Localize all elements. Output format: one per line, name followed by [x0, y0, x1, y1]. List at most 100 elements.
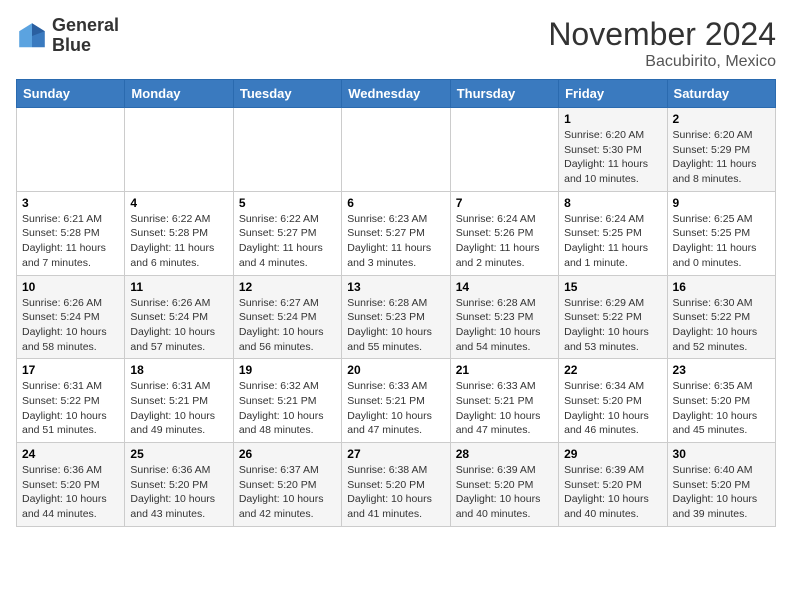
day-number: 28	[456, 447, 553, 461]
day-info: Sunrise: 6:31 AMSunset: 5:22 PMDaylight:…	[22, 379, 119, 438]
title-area: November 2024 Bacubirito, Mexico	[548, 16, 776, 71]
day-number: 27	[347, 447, 444, 461]
day-info: Sunrise: 6:30 AMSunset: 5:22 PMDaylight:…	[673, 296, 770, 355]
week-row-1: 1 Sunrise: 6:20 AMSunset: 5:30 PMDaylight…	[17, 108, 776, 192]
day-cell: 21 Sunrise: 6:33 AMSunset: 5:21 PMDayligh…	[450, 359, 558, 443]
day-number: 21	[456, 363, 553, 377]
day-info: Sunrise: 6:29 AMSunset: 5:22 PMDaylight:…	[564, 296, 661, 355]
week-row-3: 10 Sunrise: 6:26 AMSunset: 5:24 PMDayligh…	[17, 275, 776, 359]
day-cell: 11Sunrise: 6:26 AMSunset: 5:24 PMDayligh…	[125, 275, 233, 359]
day-cell: 26 Sunrise: 6:37 AMSunset: 5:20 PMDayligh…	[233, 443, 341, 527]
day-info: Sunrise: 6:28 AMSunset: 5:23 PMDaylight:…	[347, 296, 444, 355]
day-number: 1	[564, 112, 661, 126]
day-cell: 2 Sunrise: 6:20 AMSunset: 5:29 PMDaylight…	[667, 108, 775, 192]
day-cell: 1 Sunrise: 6:20 AMSunset: 5:30 PMDaylight…	[559, 108, 667, 192]
day-cell: 9 Sunrise: 6:25 AMSunset: 5:25 PMDaylight…	[667, 191, 775, 275]
day-info: Sunrise: 6:36 AMSunset: 5:20 PMDaylight:…	[130, 463, 227, 522]
logo-icon	[16, 20, 48, 52]
day-cell: 7 Sunrise: 6:24 AMSunset: 5:26 PMDaylight…	[450, 191, 558, 275]
day-cell: 24 Sunrise: 6:36 AMSunset: 5:20 PMDayligh…	[17, 443, 125, 527]
day-info: Sunrise: 6:33 AMSunset: 5:21 PMDaylight:…	[456, 379, 553, 438]
day-info: Sunrise: 6:24 AMSunset: 5:26 PMDaylight:…	[456, 212, 553, 271]
day-cell: 6 Sunrise: 6:23 AMSunset: 5:27 PMDaylight…	[342, 191, 450, 275]
day-header-sunday: Sunday	[17, 80, 125, 108]
day-info: Sunrise: 6:20 AMSunset: 5:30 PMDaylight:…	[564, 128, 661, 187]
day-cell: 25 Sunrise: 6:36 AMSunset: 5:20 PMDayligh…	[125, 443, 233, 527]
day-number: 9	[673, 196, 770, 210]
week-row-2: 3 Sunrise: 6:21 AMSunset: 5:28 PMDaylight…	[17, 191, 776, 275]
day-number: 25	[130, 447, 227, 461]
day-header-wednesday: Wednesday	[342, 80, 450, 108]
day-cell: 12 Sunrise: 6:27 AMSunset: 5:24 PMDayligh…	[233, 275, 341, 359]
logo: General Blue	[16, 16, 119, 56]
day-number: 10	[22, 280, 119, 294]
day-number: 6	[347, 196, 444, 210]
day-header-tuesday: Tuesday	[233, 80, 341, 108]
day-number: 22	[564, 363, 661, 377]
day-headers-row: SundayMondayTuesdayWednesdayThursdayFrid…	[17, 80, 776, 108]
day-info: Sunrise: 6:31 AMSunset: 5:21 PMDaylight:…	[130, 379, 227, 438]
day-cell: 8 Sunrise: 6:24 AMSunset: 5:25 PMDaylight…	[559, 191, 667, 275]
day-number: 24	[22, 447, 119, 461]
day-cell	[233, 108, 341, 192]
logo-text: General Blue	[52, 16, 119, 56]
day-cell: 14 Sunrise: 6:28 AMSunset: 5:23 PMDayligh…	[450, 275, 558, 359]
day-number: 8	[564, 196, 661, 210]
day-info: Sunrise: 6:23 AMSunset: 5:27 PMDaylight:…	[347, 212, 444, 271]
day-cell	[342, 108, 450, 192]
day-number: 7	[456, 196, 553, 210]
day-info: Sunrise: 6:22 AMSunset: 5:28 PMDaylight:…	[130, 212, 227, 271]
header: General Blue November 2024 Bacubirito, M…	[16, 16, 776, 71]
day-info: Sunrise: 6:28 AMSunset: 5:23 PMDaylight:…	[456, 296, 553, 355]
day-cell: 3 Sunrise: 6:21 AMSunset: 5:28 PMDaylight…	[17, 191, 125, 275]
day-info: Sunrise: 6:26 AMSunset: 5:24 PMDaylight:…	[130, 296, 227, 355]
day-info: Sunrise: 6:25 AMSunset: 5:25 PMDaylight:…	[673, 212, 770, 271]
day-cell: 16 Sunrise: 6:30 AMSunset: 5:22 PMDayligh…	[667, 275, 775, 359]
day-cell: 28 Sunrise: 6:39 AMSunset: 5:20 PMDayligh…	[450, 443, 558, 527]
day-number: 20	[347, 363, 444, 377]
day-info: Sunrise: 6:27 AMSunset: 5:24 PMDaylight:…	[239, 296, 336, 355]
day-cell: 15Sunrise: 6:29 AMSunset: 5:22 PMDayligh…	[559, 275, 667, 359]
day-info: Sunrise: 6:24 AMSunset: 5:25 PMDaylight:…	[564, 212, 661, 271]
day-cell	[450, 108, 558, 192]
day-cell: 30Sunrise: 6:40 AMSunset: 5:20 PMDayligh…	[667, 443, 775, 527]
day-header-monday: Monday	[125, 80, 233, 108]
day-header-thursday: Thursday	[450, 80, 558, 108]
day-cell: 19Sunrise: 6:32 AMSunset: 5:21 PMDayligh…	[233, 359, 341, 443]
day-info: Sunrise: 6:36 AMSunset: 5:20 PMDaylight:…	[22, 463, 119, 522]
day-info: Sunrise: 6:26 AMSunset: 5:24 PMDaylight:…	[22, 296, 119, 355]
day-cell: 20Sunrise: 6:33 AMSunset: 5:21 PMDayligh…	[342, 359, 450, 443]
day-number: 14	[456, 280, 553, 294]
day-info: Sunrise: 6:22 AMSunset: 5:27 PMDaylight:…	[239, 212, 336, 271]
day-number: 13	[347, 280, 444, 294]
day-number: 12	[239, 280, 336, 294]
day-info: Sunrise: 6:37 AMSunset: 5:20 PMDaylight:…	[239, 463, 336, 522]
day-number: 23	[673, 363, 770, 377]
day-info: Sunrise: 6:21 AMSunset: 5:28 PMDaylight:…	[22, 212, 119, 271]
day-number: 3	[22, 196, 119, 210]
day-info: Sunrise: 6:39 AMSunset: 5:20 PMDaylight:…	[456, 463, 553, 522]
day-cell: 22 Sunrise: 6:34 AMSunset: 5:20 PMDayligh…	[559, 359, 667, 443]
day-number: 2	[673, 112, 770, 126]
month-title: November 2024	[548, 16, 776, 53]
day-number: 18	[130, 363, 227, 377]
day-info: Sunrise: 6:38 AMSunset: 5:20 PMDaylight:…	[347, 463, 444, 522]
day-number: 4	[130, 196, 227, 210]
day-info: Sunrise: 6:20 AMSunset: 5:29 PMDaylight:…	[673, 128, 770, 187]
day-number: 17	[22, 363, 119, 377]
day-number: 5	[239, 196, 336, 210]
day-cell: 27 Sunrise: 6:38 AMSunset: 5:20 PMDayligh…	[342, 443, 450, 527]
week-row-4: 17 Sunrise: 6:31 AMSunset: 5:22 PMDayligh…	[17, 359, 776, 443]
day-cell: 10 Sunrise: 6:26 AMSunset: 5:24 PMDayligh…	[17, 275, 125, 359]
day-cell: 29Sunrise: 6:39 AMSunset: 5:20 PMDayligh…	[559, 443, 667, 527]
day-cell: 23Sunrise: 6:35 AMSunset: 5:20 PMDayligh…	[667, 359, 775, 443]
day-number: 26	[239, 447, 336, 461]
day-number: 29	[564, 447, 661, 461]
day-cell: 13 Sunrise: 6:28 AMSunset: 5:23 PMDayligh…	[342, 275, 450, 359]
day-cell: 17 Sunrise: 6:31 AMSunset: 5:22 PMDayligh…	[17, 359, 125, 443]
week-row-5: 24 Sunrise: 6:36 AMSunset: 5:20 PMDayligh…	[17, 443, 776, 527]
day-info: Sunrise: 6:32 AMSunset: 5:21 PMDaylight:…	[239, 379, 336, 438]
day-number: 16	[673, 280, 770, 294]
day-info: Sunrise: 6:34 AMSunset: 5:20 PMDaylight:…	[564, 379, 661, 438]
day-header-saturday: Saturday	[667, 80, 775, 108]
